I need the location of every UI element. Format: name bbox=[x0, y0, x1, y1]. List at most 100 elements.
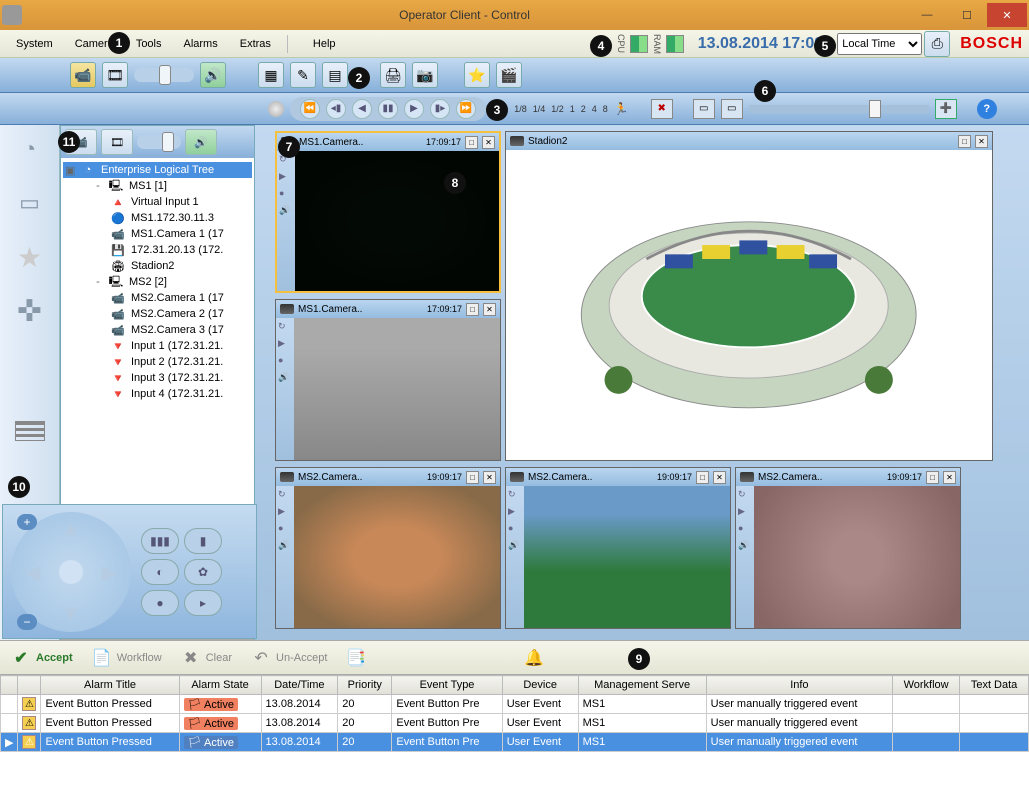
add-pane-button[interactable]: ➕ bbox=[935, 99, 957, 119]
zoom-out-button[interactable]: − bbox=[17, 614, 37, 630]
instant-play-icon[interactable]: ▶ bbox=[278, 338, 292, 352]
menu-tools[interactable]: Tools bbox=[126, 35, 172, 53]
record-icon[interactable]: ● bbox=[278, 523, 292, 537]
record-icon[interactable]: ● bbox=[279, 188, 293, 202]
playback-mode-button[interactable]: 🎞 bbox=[102, 62, 128, 88]
print-screen-button[interactable]: 🖨 bbox=[380, 62, 406, 88]
alarm-column-header[interactable]: Priority bbox=[338, 676, 392, 695]
forward-fast-button[interactable]: ⏩ bbox=[456, 99, 476, 119]
favorite-button[interactable]: ⭐ bbox=[464, 62, 490, 88]
tree-item[interactable]: 🔻Input 4 (172.31.21. bbox=[63, 386, 252, 402]
audio-icon[interactable]: 🔊 bbox=[278, 372, 292, 386]
layout-button[interactable]: ▤ bbox=[322, 62, 348, 88]
clear-alarm-button[interactable]: ✖Clear bbox=[180, 647, 232, 669]
alarm-column-header[interactable]: Alarm Title bbox=[41, 676, 179, 695]
instant-play-icon[interactable]: ▶ bbox=[738, 506, 752, 520]
compass-icon[interactable]: ✜ bbox=[12, 293, 48, 329]
edit-view-button[interactable]: ✎ bbox=[290, 62, 316, 88]
alarm-column-header[interactable] bbox=[1, 676, 18, 695]
sequence-button[interactable]: 🎬 bbox=[496, 62, 522, 88]
tree-item[interactable]: -🖳MS2 [2] bbox=[63, 274, 252, 290]
maximize-tile-button[interactable]: □ bbox=[466, 303, 479, 316]
ptz-focus-near-button[interactable]: ▮ bbox=[184, 528, 222, 554]
play-reverse-button[interactable]: ◀ bbox=[352, 99, 372, 119]
next-frame-button[interactable]: ▮▸ bbox=[430, 99, 450, 119]
unaccept-button[interactable]: ↶Un-Accept bbox=[250, 647, 327, 669]
tree-item[interactable]: 🔻Input 2 (172.31.21. bbox=[63, 354, 252, 370]
record-icon[interactable]: ● bbox=[508, 523, 522, 537]
camera-tile[interactable]: MS1.Camera.. 17:09:17 □ ✕ ↻ ▶ ● 🔊 bbox=[275, 131, 501, 293]
maximize-tile-button[interactable]: □ bbox=[466, 471, 479, 484]
alarm-column-header[interactable] bbox=[18, 676, 41, 695]
tree-volume-slider[interactable] bbox=[137, 135, 181, 149]
tree-item[interactable]: 📹MS2.Camera 2 (17 bbox=[63, 306, 252, 322]
tree-playback-button[interactable]: 🎞 bbox=[101, 129, 133, 155]
maximize-tile-button[interactable]: □ bbox=[958, 135, 971, 148]
alarm-column-header[interactable]: Date/Time bbox=[261, 676, 338, 695]
audio-icon[interactable]: 🔊 bbox=[278, 540, 292, 554]
ptz-preset-button[interactable]: ▮▮▮ bbox=[141, 528, 179, 554]
close-tile-button[interactable]: ✕ bbox=[483, 471, 496, 484]
menu-alarms[interactable]: Alarms bbox=[174, 35, 228, 53]
alarm-column-header[interactable]: Event Type bbox=[392, 676, 502, 695]
ptz-aux-button[interactable]: ▸ bbox=[184, 590, 222, 616]
tree-item[interactable]: 💾172.31.20.13 (172. bbox=[63, 242, 252, 258]
tree-item[interactable]: 🏟Stadion2 bbox=[63, 258, 252, 274]
record-icon[interactable]: ● bbox=[738, 523, 752, 537]
reconnect-icon[interactable]: ↻ bbox=[278, 489, 292, 503]
audio-icon[interactable]: 🔊 bbox=[279, 205, 293, 219]
tree-item[interactable]: 🔵MS1.172.30.11.3 bbox=[63, 210, 252, 226]
alarm-row[interactable]: ⚠ Event Button Pressed 🏳 Active 13.08.20… bbox=[1, 695, 1029, 714]
alarm-column-header[interactable]: Text Data bbox=[960, 676, 1029, 695]
pause-button[interactable]: ▮▮ bbox=[378, 99, 398, 119]
camera-mode-button[interactable]: 📹 bbox=[70, 62, 96, 88]
zoom-slider[interactable] bbox=[749, 105, 929, 113]
menu-help[interactable]: Help bbox=[303, 35, 346, 53]
view-grid-button[interactable]: ▦ bbox=[258, 62, 284, 88]
camera-tile[interactable]: MS2.Camera.. 19:09:17 □ ✕ ↻ ▶ ● 🔊 bbox=[505, 467, 731, 629]
menu-extras[interactable]: Extras bbox=[230, 35, 281, 53]
tree-item[interactable]: 📹MS2.Camera 3 (17 bbox=[63, 322, 252, 338]
maximize-tile-button[interactable]: □ bbox=[926, 471, 939, 484]
camera-tile[interactable]: MS2.Camera.. 19:09:17 □ ✕ ↻ ▶ ● 🔊 bbox=[735, 467, 961, 629]
maps-icon[interactable]: ▭ bbox=[12, 185, 48, 221]
prev-frame-button[interactable]: ◂▮ bbox=[326, 99, 346, 119]
instant-play-icon[interactable]: ▶ bbox=[279, 171, 293, 185]
maximize-button[interactable]: ☐ bbox=[947, 3, 987, 27]
reconnect-icon[interactable]: ↻ bbox=[508, 489, 522, 503]
bell-button[interactable]: 🔔 bbox=[523, 647, 545, 669]
alarm-column-header[interactable]: Management Serve bbox=[578, 676, 706, 695]
close-tile-button[interactable]: ✕ bbox=[975, 135, 988, 148]
alarm-column-header[interactable]: Workflow bbox=[893, 676, 960, 695]
minimize-button[interactable]: — bbox=[907, 3, 947, 27]
timezone-select[interactable]: Local Time bbox=[837, 33, 922, 55]
layout-1-button[interactable]: ▭ bbox=[693, 99, 715, 119]
camera-tile[interactable]: MS2.Camera.. 19:09:17 □ ✕ ↻ ▶ ● 🔊 bbox=[275, 467, 501, 629]
camera-tile[interactable]: MS1.Camera.. 17:09:17 □ ✕ ↻ ▶ ● 🔊 bbox=[275, 299, 501, 461]
log-icon[interactable] bbox=[15, 421, 45, 441]
menu-system[interactable]: System bbox=[6, 35, 63, 53]
alarm-column-header[interactable]: Info bbox=[706, 676, 892, 695]
audio-icon[interactable]: 🔊 bbox=[508, 540, 522, 554]
reconnect-icon[interactable]: ↻ bbox=[738, 489, 752, 503]
maximize-tile-button[interactable]: □ bbox=[696, 471, 709, 484]
help-button[interactable]: ? bbox=[977, 99, 997, 119]
maximize-tile-button[interactable]: □ bbox=[465, 136, 478, 149]
alarm-doc-button[interactable]: 📑 bbox=[345, 647, 367, 669]
tree-item[interactable]: -🖳MS1 [1] bbox=[63, 178, 252, 194]
tree-root[interactable]: ▣◔Enterprise Logical Tree bbox=[63, 162, 252, 178]
print-button[interactable]: ⎙ bbox=[924, 31, 950, 57]
favorites-icon[interactable]: ★ bbox=[12, 239, 48, 275]
ptz-rec-button[interactable]: ● bbox=[141, 590, 179, 616]
ptz-focus-far-button[interactable]: ✿ bbox=[184, 559, 222, 585]
instant-play-icon[interactable]: ▶ bbox=[278, 506, 292, 520]
audio-button[interactable]: 🔊 bbox=[200, 62, 226, 88]
zoom-in-button[interactable]: + bbox=[17, 514, 37, 530]
instant-play-icon[interactable]: ▶ bbox=[508, 506, 522, 520]
alarm-row[interactable]: ⚠ Event Button Pressed 🏳 Active 13.08.20… bbox=[1, 714, 1029, 733]
close-tile-button[interactable]: ✕ bbox=[483, 303, 496, 316]
layout-2-button[interactable]: ▭ bbox=[721, 99, 743, 119]
tree-item[interactable]: 🔻Input 1 (172.31.21. bbox=[63, 338, 252, 354]
accept-alarm-button[interactable]: ✔Accept bbox=[10, 647, 73, 669]
snapshot-button[interactable]: 📷 bbox=[412, 62, 438, 88]
